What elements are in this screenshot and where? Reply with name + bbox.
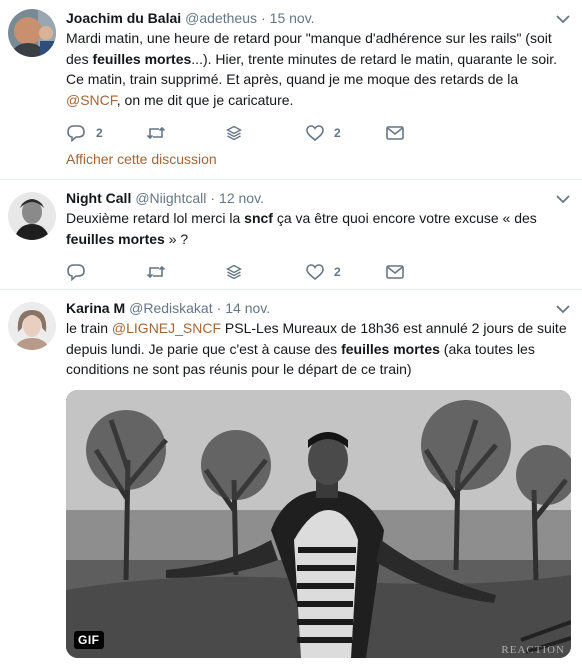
message-icon [386,126,404,141]
tweet-text-part: Deuxième retard lol merci la [66,210,245,226]
retweet-icon [146,127,166,140]
chevron-down-icon[interactable] [556,194,570,204]
like-button[interactable]: 2 [306,125,386,142]
like-count: 2 [334,126,341,141]
author-handle[interactable]: @adetheus [185,9,257,27]
author-name[interactable]: Karina M [66,299,125,317]
stack-icon [226,126,242,141]
tweet-text-part: , on me dit que je caricature. [116,91,294,108]
reply-button[interactable]: 2 [66,124,146,143]
highlighted-term: sncf [244,210,273,226]
timestamp[interactable]: 12 nov. [219,189,264,207]
like-button[interactable]: 2 [306,264,386,281]
author-name[interactable]: Joachim du Balai [66,9,181,27]
gif-badge: GIF [74,630,104,649]
timestamp[interactable]: 15 nov. [270,9,315,27]
avatar[interactable] [8,9,56,57]
tweet-header: Karina M @Rediskakat · 14 nov. [66,299,570,317]
gif-media[interactable]: GIF REACTION [66,389,571,658]
avatar[interactable] [8,302,56,350]
timestamp[interactable]: 14 nov. [225,299,270,317]
show-thread-link[interactable]: Afficher cette discussion [66,149,570,180]
retweet-button[interactable] [146,264,226,280]
tweet-text: Mardi matin, une heure de retard pour "m… [66,28,570,110]
tweet-text-part: ça va être quoi encore votre excuse « de… [272,210,537,226]
heart-icon [306,264,324,281]
chevron-down-icon[interactable] [556,304,570,314]
author-name[interactable]: Night Call [66,189,131,207]
tweet[interactable]: Night Call @Niightcall · 12 nov. Deuxièm… [0,180,582,290]
direct-message-button[interactable] [386,126,466,141]
author-handle[interactable]: @Rediskakat [129,299,212,317]
separator-dot: · [210,190,216,206]
tweet-text: le train @LIGNEJ_SNCF PSL-Les Mureaux de… [66,318,570,380]
tweet-text-part: le train [66,320,112,336]
stack-button[interactable] [226,264,306,280]
reply-count: 2 [96,126,103,141]
gif-frame-image [66,389,571,658]
tweet-actions: 2 [66,254,570,290]
like-count: 2 [334,265,341,280]
tweet-text-part: » ? [164,230,189,247]
tweet[interactable]: Joachim du Balai @adetheus · 15 nov. Mar… [0,0,582,180]
retweet-icon [146,266,166,279]
tweet[interactable]: Karina M @Rediskakat · 14 nov. le train … [0,290,582,664]
mention-link[interactable]: @LIGNEJ_SNCF [112,320,221,336]
tweet-header: Night Call @Niightcall · 12 nov. [66,189,570,207]
author-handle[interactable]: @Niightcall [135,189,206,207]
tweet-actions: 2 2 [66,115,570,151]
mention-link[interactable]: @SNCF [66,92,117,108]
message-icon [386,265,404,279]
highlighted-term: feuilles mortes [66,230,165,247]
watermark-text: REACTION [501,643,565,656]
chevron-down-icon[interactable] [556,14,570,24]
retweet-button[interactable] [146,125,226,141]
highlighted-term: feuilles mortes [341,340,440,357]
avatar[interactable] [8,192,56,240]
heart-icon [306,125,324,142]
highlighted-term: feuilles mortes [92,50,192,67]
reply-icon [67,264,85,282]
stack-icon [226,264,242,280]
tweet-text: Deuxième retard lol merci la sncf ça va … [66,208,570,249]
tweet-header: Joachim du Balai @adetheus · 15 nov. [66,9,570,27]
reply-icon [67,125,85,143]
separator-dot: · [260,10,266,26]
direct-message-button[interactable] [386,265,466,279]
separator-dot: · [216,300,222,316]
reply-button[interactable] [66,263,146,282]
stack-button[interactable] [226,125,306,141]
